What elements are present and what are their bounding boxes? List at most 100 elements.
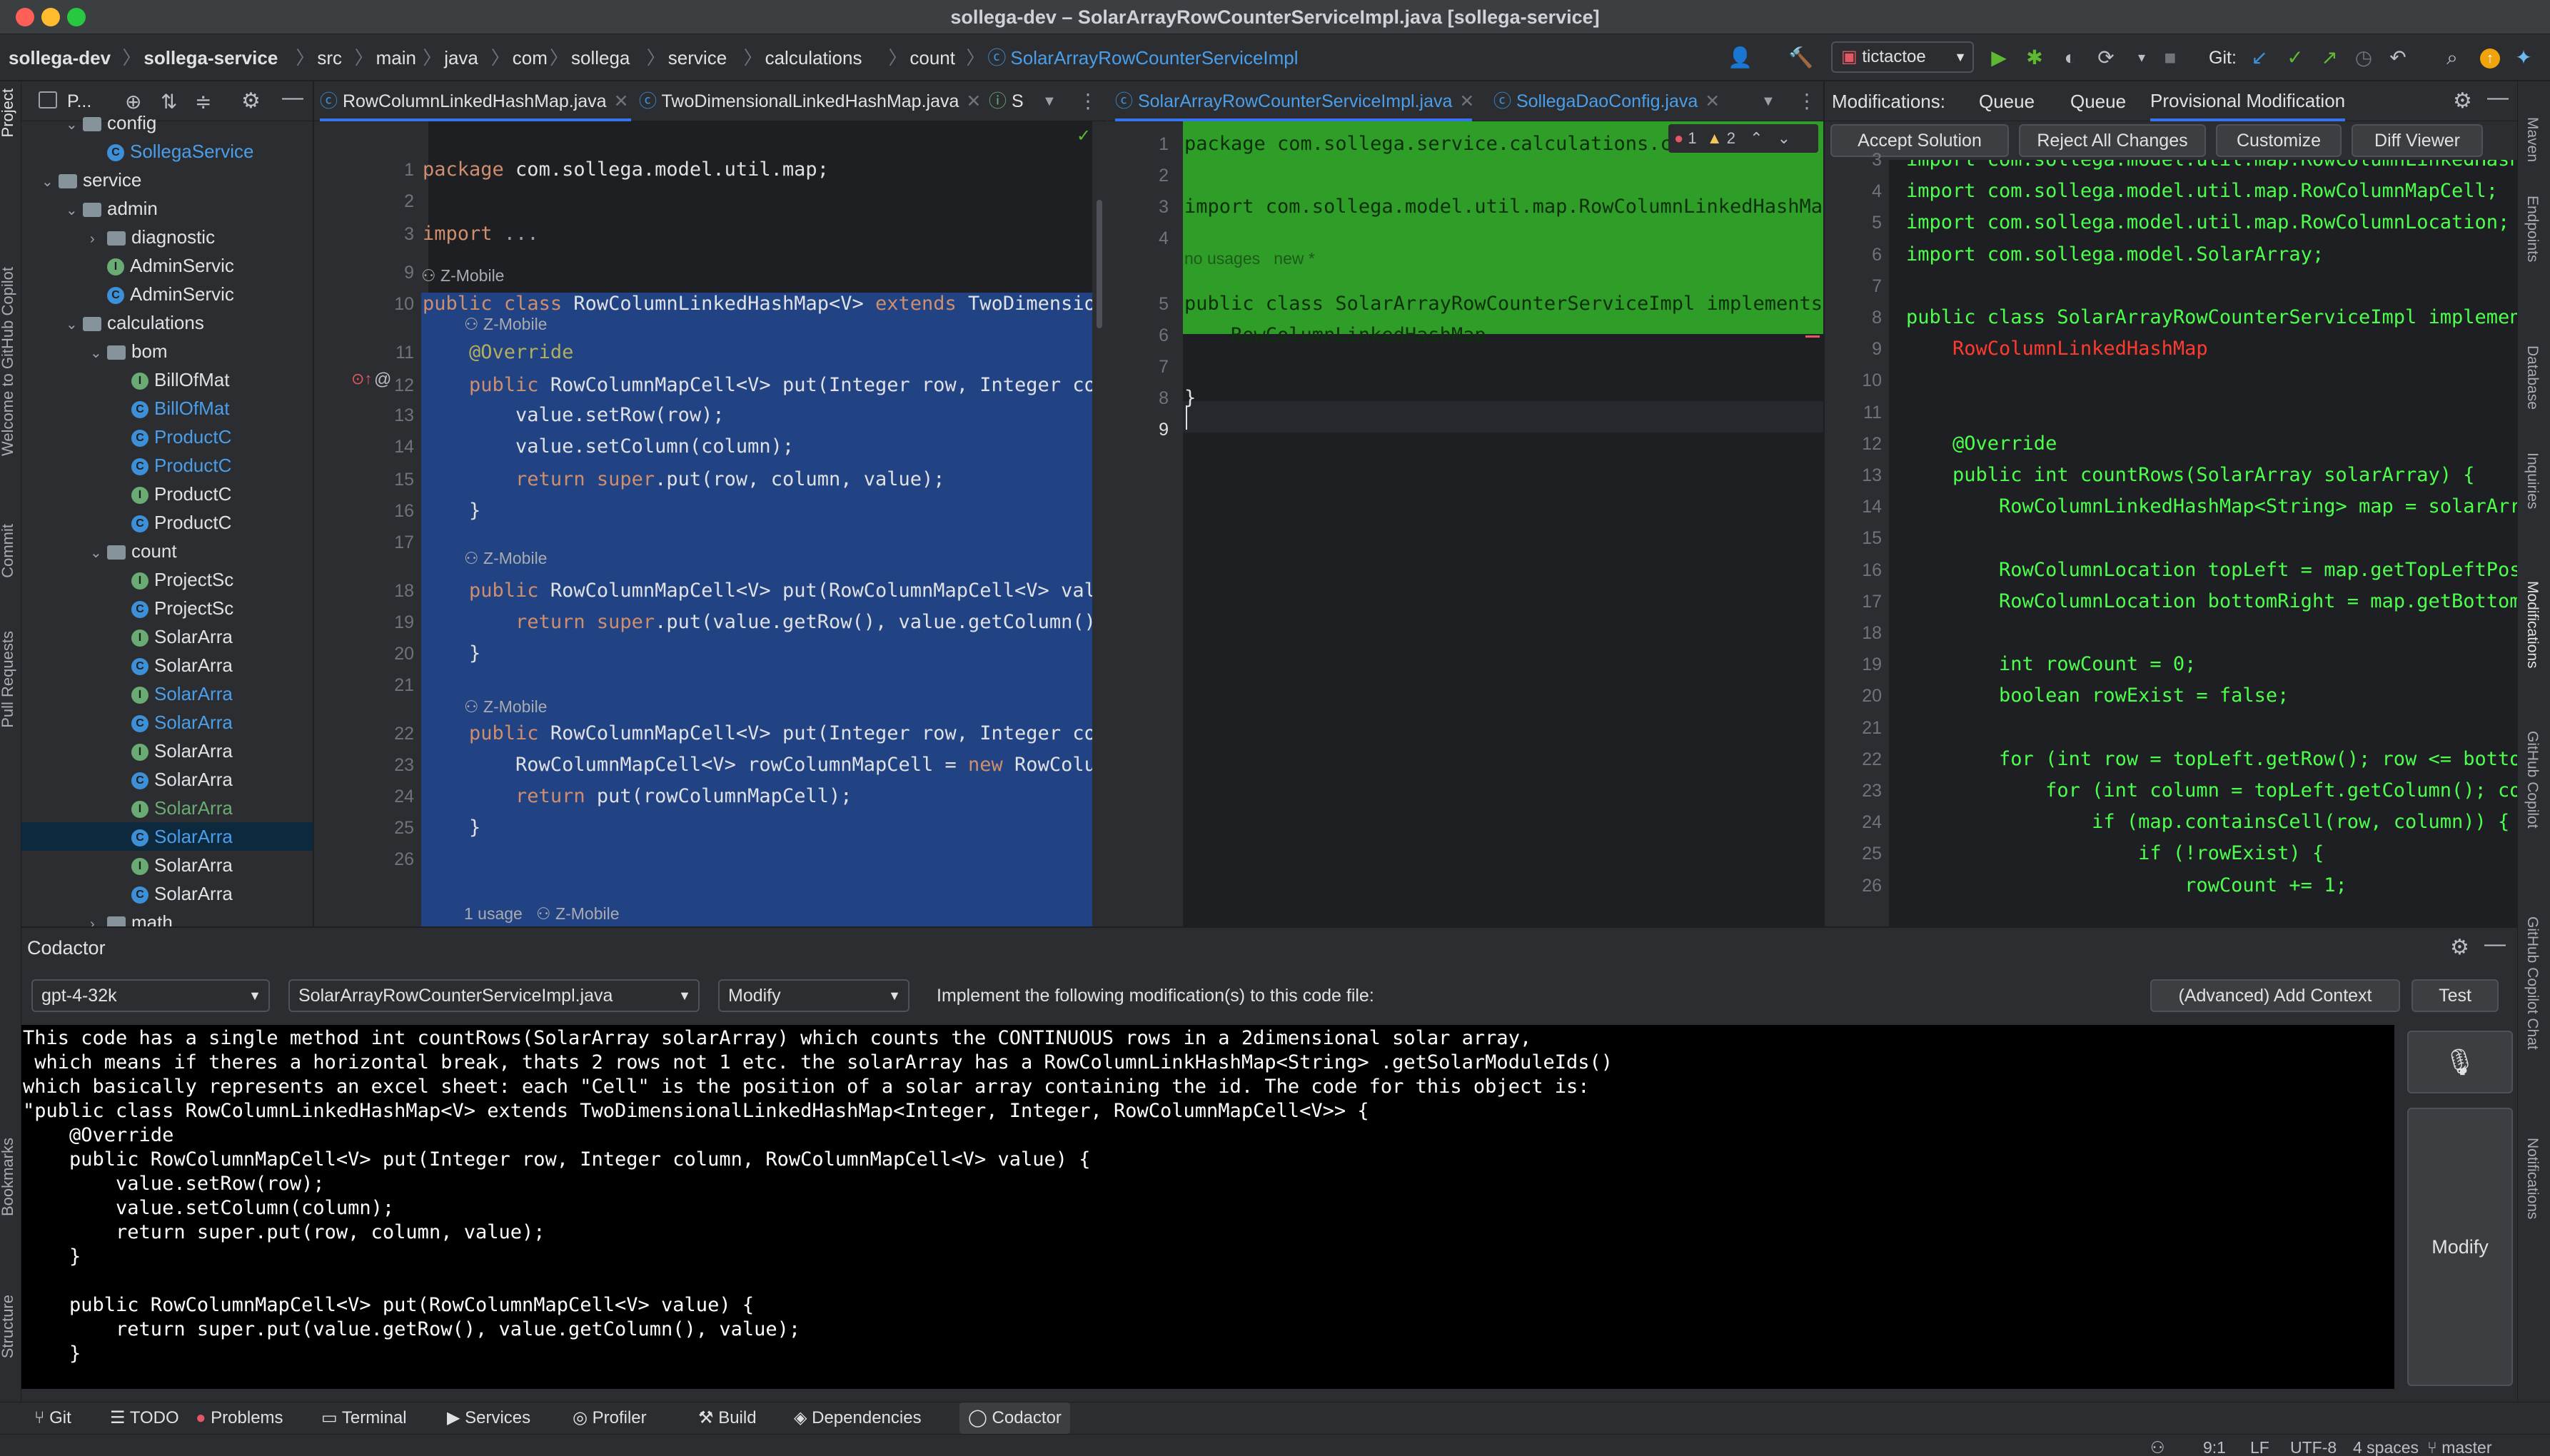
update-icon[interactable]: ↑	[2480, 49, 2500, 69]
breadcrumb-item[interactable]: src	[317, 34, 342, 81]
close-tab-icon[interactable]: ✕	[1459, 91, 1474, 111]
code-line[interactable]: value.setColumn(column);	[423, 431, 794, 462]
code-line[interactable]: value.setRow(row);	[423, 400, 725, 431]
more-run-chevron-icon[interactable]: ▾	[2131, 47, 2152, 69]
annotation-at-icon[interactable]: @	[374, 370, 391, 390]
code-line[interactable]: public RowColumnMapCell<V> put(Integer r…	[423, 370, 1092, 401]
tool-tab-build[interactable]: ⚒ Build	[698, 1402, 757, 1434]
github-copilot-welcome-tab[interactable]: Welcome to GitHub Copilot	[0, 267, 17, 456]
maven-tool-tab[interactable]: Maven	[2524, 117, 2541, 162]
modifications-tool-tab[interactable]: Modifications	[2524, 581, 2541, 669]
preview-code[interactable]: import com.sollega.model.util.map.RowCol…	[1905, 160, 2517, 926]
file-encoding[interactable]: UTF-8	[2290, 1435, 2337, 1456]
tab-queue[interactable]: Queue	[1979, 81, 2035, 121]
file-select[interactable]: SolarArrayRowCounterServiceImpl.java ▼	[288, 979, 700, 1012]
inquiries-tool-tab[interactable]: Inquiries	[2524, 453, 2541, 509]
tree-item[interactable]: ⌄ admin	[21, 194, 313, 225]
code-line[interactable]: public RowColumnMapCell<V> put(Integer r…	[423, 718, 1092, 749]
code-line[interactable]: import com.sollega.model.util.map.RowCol…	[1906, 207, 2509, 238]
tree-item[interactable]: C SolarArra	[21, 708, 313, 737]
account-icon[interactable]: 👤	[1728, 47, 1753, 69]
build-hammer-icon[interactable]: 🔨	[1788, 47, 1813, 69]
chevron-down-icon[interactable]: ⌄	[66, 111, 83, 139]
scrollbar-thumb[interactable]	[1097, 200, 1102, 328]
git-history-icon[interactable]: ◷	[2353, 47, 2374, 69]
git-commit-icon[interactable]: ✓	[2284, 47, 2306, 69]
code-line[interactable]: import com.sollega.model.util.map.RowCol…	[1184, 191, 1823, 223]
gear-icon[interactable]: ⚙	[2453, 89, 2472, 113]
structure-tool-tab[interactable]: Structure	[0, 1295, 17, 1358]
code-line[interactable]: package com.sollega.service.calculations…	[1184, 128, 1683, 160]
tab-list-chevron-icon[interactable]: ▼	[1761, 81, 1775, 121]
code-line[interactable]: @Override	[423, 337, 573, 368]
tab-queue-2[interactable]: Queue	[2070, 81, 2126, 121]
code-line[interactable]: }	[423, 495, 480, 527]
breadcrumb-item[interactable]: calculations	[765, 34, 862, 81]
code-line[interactable]: if (map.containsCell(row, column)) {	[1906, 807, 2509, 838]
mode-select[interactable]: Modify ▼	[718, 979, 909, 1012]
tree-item[interactable]: › math	[21, 908, 313, 926]
close-tab-icon[interactable]: ✕	[614, 91, 629, 111]
hide-panel-icon[interactable]: —	[2484, 932, 2506, 956]
code-line[interactable]: @Override	[1906, 428, 2057, 460]
add-context-button[interactable]: (Advanced) Add Context	[2150, 979, 2400, 1012]
code-line[interactable]: return super.put(value.getRow(), value.g…	[423, 607, 1092, 638]
tree-item[interactable]: ⌄ calculations	[21, 308, 313, 337]
breadcrumb-item[interactable]: service	[668, 34, 727, 81]
editor1-code[interactable]: ⚇ Z-Mobile ⚇ Z-Mobile ⚇ Z-Mobile ⚇ Z-Mobile…	[421, 121, 1092, 926]
code-line[interactable]: import com.sollega.model.SolarArray;	[1906, 239, 2324, 271]
chevron-right-icon[interactable]: ›	[90, 910, 107, 926]
test-button[interactable]: Test	[2412, 979, 2499, 1012]
stop-icon[interactable]: ■	[2160, 47, 2181, 69]
git-branch[interactable]: ⑂ master	[2427, 1435, 2492, 1456]
code-line[interactable]: return super.put(row, column, value);	[423, 464, 944, 495]
tree-item[interactable]: C SolarArra	[21, 822, 313, 851]
tree-item[interactable]: C SollegaService	[21, 137, 313, 166]
tree-item[interactable]: ⌄ bom	[21, 337, 313, 365]
prompt-textarea[interactable]: This code has a single method int countR…	[21, 1025, 2394, 1389]
tab-rowcolumnlinkedhashmap[interactable]: ⓒ RowColumnLinkedHashMap.java ✕	[320, 81, 631, 121]
gear-icon[interactable]: ⚙	[2450, 935, 2469, 960]
search-icon[interactable]: ⌕	[2441, 47, 2463, 69]
breadcrumb-item[interactable]: count	[909, 34, 955, 81]
hide-panel-icon[interactable]: —	[282, 86, 303, 110]
override-icon[interactable]: ⊙↑	[351, 370, 372, 388]
breadcrumb-item[interactable]: sollega	[571, 34, 630, 81]
editor2-code[interactable]: no usages new * package com.sollega.servi…	[1183, 121, 1823, 926]
debug-icon[interactable]: ✱	[2024, 47, 2045, 69]
tree-item[interactable]: I AdminServic	[21, 251, 313, 280]
code-line[interactable]: RowColumnLinkedHashMap	[1906, 333, 2208, 365]
code-line[interactable]: public RowColumnMapCell<V> put(RowColumn…	[423, 575, 1092, 607]
tree-item[interactable]: C BillOfMat	[21, 394, 313, 423]
tab-sollegadaoconfig[interactable]: ⓒ SollegaDaoConfig.java ✕	[1493, 81, 1743, 121]
code-line[interactable]: package com.sollega.model.util.map;	[423, 154, 829, 186]
run-config-select[interactable]: ▣ tictactoe ▼	[1831, 41, 1974, 73]
modification-preview[interactable]: 3 4 5 6 7 8 9 10 11 12 13 14 15 16 17 18 19 20 21 22 23 24 25 2…	[1825, 150, 2517, 926]
breadcrumb-item[interactable]: sollega-service	[143, 34, 278, 81]
tree-item[interactable]: I SolarArra	[21, 794, 313, 822]
accept-solution-button[interactable]: Accept Solution	[1830, 124, 2009, 157]
caret-position[interactable]: 9:1	[2203, 1435, 2226, 1456]
next-highlight-icon[interactable]: ⌄	[1778, 129, 1790, 147]
tree-item[interactable]: C ProductC	[21, 508, 313, 537]
endpoints-tool-tab[interactable]: Endpoints	[2524, 196, 2541, 262]
code-line[interactable]: public int countRows(SolarArray solarArr…	[1906, 460, 2475, 491]
tree-item[interactable]: I ProductC	[21, 480, 313, 508]
tree-item[interactable]: I BillOfMat	[21, 365, 313, 394]
chevron-down-icon[interactable]: ⌄	[66, 196, 83, 225]
git-status-icon[interactable]: ⚇	[2150, 1435, 2165, 1456]
database-tool-tab[interactable]: Database	[2524, 345, 2541, 410]
tree-item[interactable]: C SolarArra	[21, 765, 313, 794]
line-separator[interactable]: LF	[2250, 1435, 2269, 1456]
diff-viewer-button[interactable]: Diff Viewer	[2352, 124, 2483, 157]
more-options-icon[interactable]: ⋮	[1797, 81, 1817, 121]
tool-tab-git[interactable]: ⑂ Git	[34, 1402, 71, 1434]
tree-item[interactable]: C AdminServic	[21, 280, 313, 308]
tool-tab-todo[interactable]: ☰ TODO	[110, 1402, 179, 1434]
previous-highlight-icon[interactable]: ⌃	[1750, 129, 1763, 147]
indent-setting[interactable]: 4 spaces	[2353, 1435, 2419, 1456]
code-line[interactable]: for (int row = topLeft.getRow(); row <= …	[1906, 744, 2517, 775]
pull-requests-tool-tab[interactable]: Pull Requests	[0, 631, 17, 728]
code-line[interactable]: }	[423, 812, 480, 844]
editor2[interactable]: 1 2 3 4 5 6 7 8 9 no usages new * package com.sol…	[1108, 121, 1823, 926]
